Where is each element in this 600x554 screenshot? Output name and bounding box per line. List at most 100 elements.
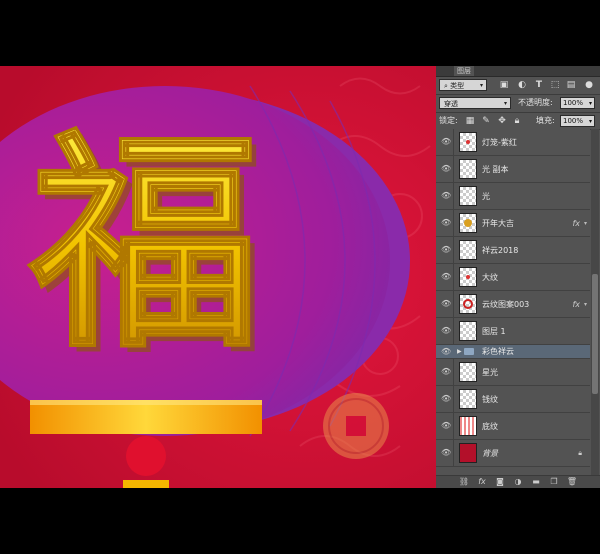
layers-scrollbar[interactable] (591, 129, 599, 476)
text-filter-icon[interactable]: T (533, 79, 545, 91)
fx-badge[interactable]: fx (572, 291, 580, 318)
layer-thumbnail (459, 132, 477, 152)
coin-decoration (323, 393, 389, 459)
lantern-gold-band (30, 400, 262, 434)
filter-toggle-icon[interactable]: ● (584, 79, 594, 91)
layer-name: 背景 (482, 449, 498, 458)
eye-icon[interactable]: 👁︎ (441, 395, 451, 403)
layer-row[interactable]: 👁︎ 祥云2018 (436, 237, 590, 264)
lock-row: 锁定: ▦ ✎ ✥ 🔒︎ 填充: 100% ▾ (436, 113, 600, 129)
layer-thumbnail (459, 362, 477, 382)
eye-icon[interactable]: 👁︎ (441, 422, 451, 430)
filter-kind-value: 类型 (450, 82, 465, 90)
eye-icon[interactable]: 👁︎ (441, 300, 451, 308)
artwork: 福 福 (0, 66, 436, 488)
blend-row: 穿透 ▾ 不透明度: 100% ▾ (436, 95, 600, 112)
lantern-bead (126, 436, 166, 476)
layer-name: 开年大吉 (482, 219, 514, 228)
layer-thumbnail (459, 186, 477, 206)
layer-name: 大纹 (482, 273, 498, 282)
smart-object-filter-icon[interactable]: ▤ (565, 79, 577, 91)
layer-name: 图层 1 (482, 327, 506, 336)
layer-name: 钱纹 (482, 395, 498, 404)
lock-pixels-icon[interactable]: ✎ (480, 115, 492, 127)
lock-transparency-icon[interactable]: ▦ (464, 115, 476, 127)
eye-icon[interactable]: 👁︎ (441, 138, 451, 146)
lock-label: 锁定: (439, 116, 458, 125)
layer-name: 云纹图案003 (482, 300, 530, 309)
layer-thumbnail (459, 240, 477, 260)
fx-icon[interactable]: fx (476, 476, 488, 488)
eye-icon[interactable]: 👁︎ (441, 327, 451, 335)
layer-row[interactable]: 👁︎ 钱纹 (436, 386, 590, 413)
image-filter-icon[interactable]: ▣ (498, 79, 510, 91)
layer-thumbnail (459, 443, 477, 463)
layer-thumbnail (459, 416, 477, 436)
lock-all-icon[interactable]: 🔒︎ (511, 115, 523, 127)
mask-icon[interactable]: ◙ (494, 476, 506, 488)
eye-icon[interactable]: 👁︎ (441, 348, 451, 356)
tab-layers[interactable]: 图层 (454, 66, 474, 76)
opacity-field[interactable]: 100% ▾ (560, 97, 595, 109)
eye-icon[interactable]: 👁︎ (441, 368, 451, 376)
layer-row[interactable]: 👁︎ 底纹 (436, 413, 590, 440)
chevron-down-icon: ▾ (588, 118, 592, 125)
layer-thumbnail (459, 294, 477, 314)
chevron-down-icon: ▾ (588, 100, 592, 107)
layer-name: 光 (482, 192, 490, 201)
fill-label: 填充: (536, 116, 555, 125)
layer-row[interactable]: 👁︎ 大纹 (436, 264, 590, 291)
layer-row[interactable]: 👁︎ 光 (436, 183, 590, 210)
filter-row: ⌕ 类型 ▾ ▣ ◐ T ⬚ ▤ ● (436, 76, 600, 94)
fill-field[interactable]: 100% ▾ (560, 115, 595, 127)
document-canvas[interactable]: 福 福 (0, 66, 436, 488)
blend-mode-value: 穿透 (444, 100, 458, 108)
trash-icon[interactable]: 🗑︎ (566, 476, 578, 488)
lock-position-icon[interactable]: ✥ (496, 115, 508, 127)
panel-bottom-bar: ⛓︎ fx ◙ ◑ ▬ ❐ 🗑︎ (436, 475, 600, 488)
layers-panel: 图层 ⌕ 类型 ▾ ▣ ◐ T ⬚ ▤ ● 穿透 ▾ 不透明度: 100% ▾ 锁定:… (436, 66, 600, 488)
layer-row[interactable]: 👁︎ 星光 (436, 359, 590, 386)
chevron-down-icon[interactable]: ▾ (584, 210, 587, 237)
layer-thumbnail (459, 321, 477, 341)
scrollbar-thumb[interactable] (592, 274, 598, 394)
layer-group-row[interactable]: 👁︎ ▶ 彩色祥云 (436, 345, 590, 359)
chevron-right-icon[interactable]: ▶ (457, 345, 462, 359)
eye-icon[interactable]: 👁︎ (441, 165, 451, 173)
layer-row[interactable]: 👁︎ 灯笼-紫红 (436, 129, 590, 156)
layer-list: 👁︎ 灯笼-紫红 👁︎ 光 副本 👁︎ 光 👁︎ 开年大吉 fx ▾ 👁︎ 祥云… (436, 129, 590, 476)
eye-icon[interactable]: 👁︎ (441, 246, 451, 254)
eye-icon[interactable]: 👁︎ (441, 449, 451, 457)
adjustment-filter-icon[interactable]: ◐ (516, 79, 528, 91)
eye-icon[interactable]: 👁︎ (441, 273, 451, 281)
layer-row[interactable]: 👁︎ 光 副本 (436, 156, 590, 183)
group-icon[interactable]: ▬ (530, 476, 542, 488)
layer-name: 彩色祥云 (482, 347, 514, 356)
new-layer-icon[interactable]: ❐ (548, 476, 560, 488)
layer-thumbnail (459, 389, 477, 409)
layer-name: 灯笼-紫红 (482, 138, 517, 147)
fill-value: 100% (563, 117, 584, 125)
layer-name: 星光 (482, 368, 498, 377)
layer-row[interactable]: 👁︎ 图层 1 (436, 318, 590, 345)
eye-icon[interactable]: 👁︎ (441, 219, 451, 227)
layer-row[interactable]: 👁︎ 开年大吉 fx ▾ (436, 210, 590, 237)
fu-character: 福 (28, 109, 260, 379)
lantern-tassel-cap (123, 480, 169, 488)
shape-filter-icon[interactable]: ⬚ (549, 79, 561, 91)
layer-name: 祥云2018 (482, 246, 519, 255)
link-icon[interactable]: ⛓︎ (458, 476, 470, 488)
chevron-down-icon[interactable]: ▾ (584, 291, 587, 318)
layer-row[interactable]: 👁︎ 背景 🔒︎ (436, 440, 590, 467)
opacity-label: 不透明度: (518, 98, 553, 107)
layer-row[interactable]: 👁︎ 云纹图案003 fx ▾ (436, 291, 590, 318)
eye-icon[interactable]: 👁︎ (441, 192, 451, 200)
filter-kind-dropdown[interactable]: ⌕ 类型 ▾ (439, 79, 487, 91)
adjustment-icon[interactable]: ◑ (512, 476, 524, 488)
opacity-value: 100% (563, 99, 584, 107)
fx-badge[interactable]: fx (572, 210, 580, 237)
layer-name: 底纹 (482, 422, 498, 431)
layer-thumbnail (459, 267, 477, 287)
layer-name: 光 副本 (482, 165, 509, 174)
blend-mode-dropdown[interactable]: 穿透 ▾ (439, 97, 511, 109)
